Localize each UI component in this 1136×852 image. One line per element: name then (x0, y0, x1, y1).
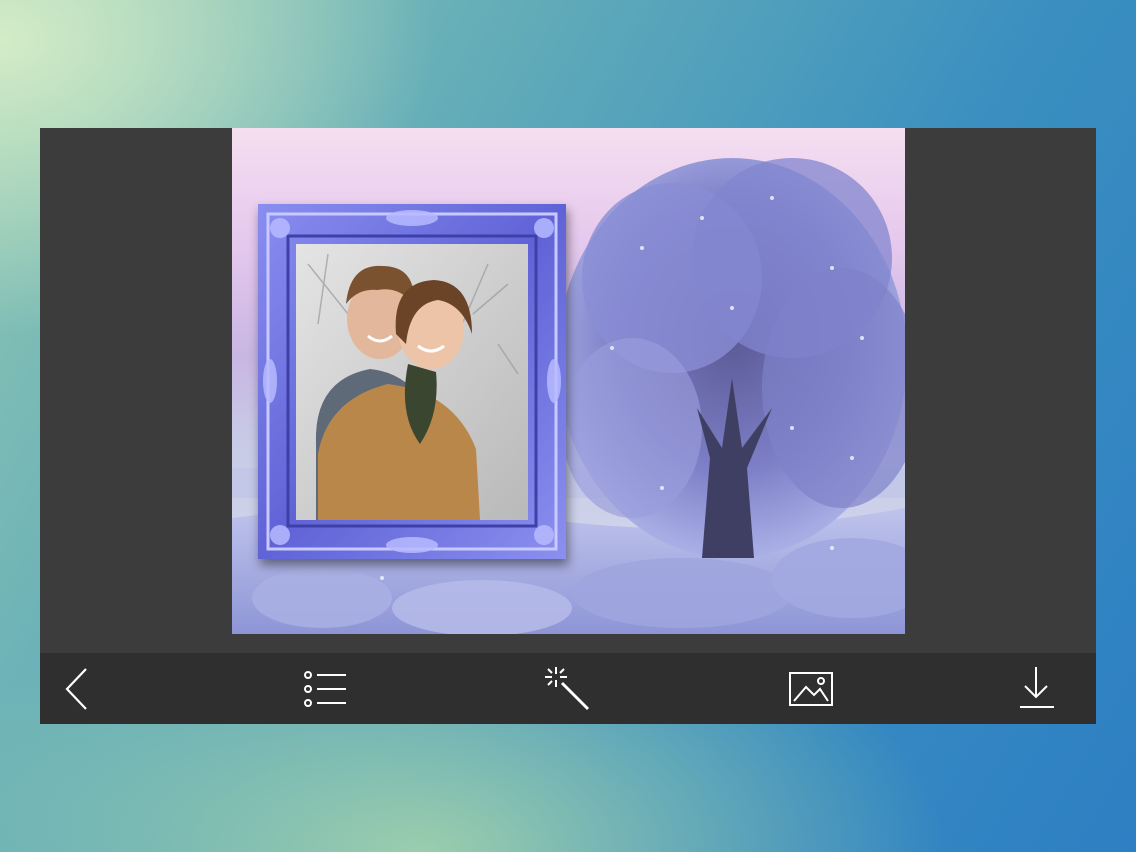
download-icon (1020, 667, 1054, 708)
image-gallery-icon (789, 672, 833, 706)
frame-with-photo (258, 204, 566, 559)
gallery-button[interactable] (786, 663, 838, 715)
download-button[interactable] (1010, 663, 1062, 715)
effects-button[interactable] (542, 663, 594, 715)
frames-list-button[interactable] (298, 663, 350, 715)
frame-list-icon (304, 671, 346, 707)
magic-wand-icon (545, 667, 590, 711)
back-chevron-icon (65, 668, 87, 710)
photo-canvas[interactable] (232, 128, 905, 634)
back-button[interactable] (50, 663, 102, 715)
ornate-photo-frame[interactable] (258, 204, 566, 559)
bottom-toolbar (40, 653, 1096, 724)
editor-panel (40, 128, 1096, 724)
